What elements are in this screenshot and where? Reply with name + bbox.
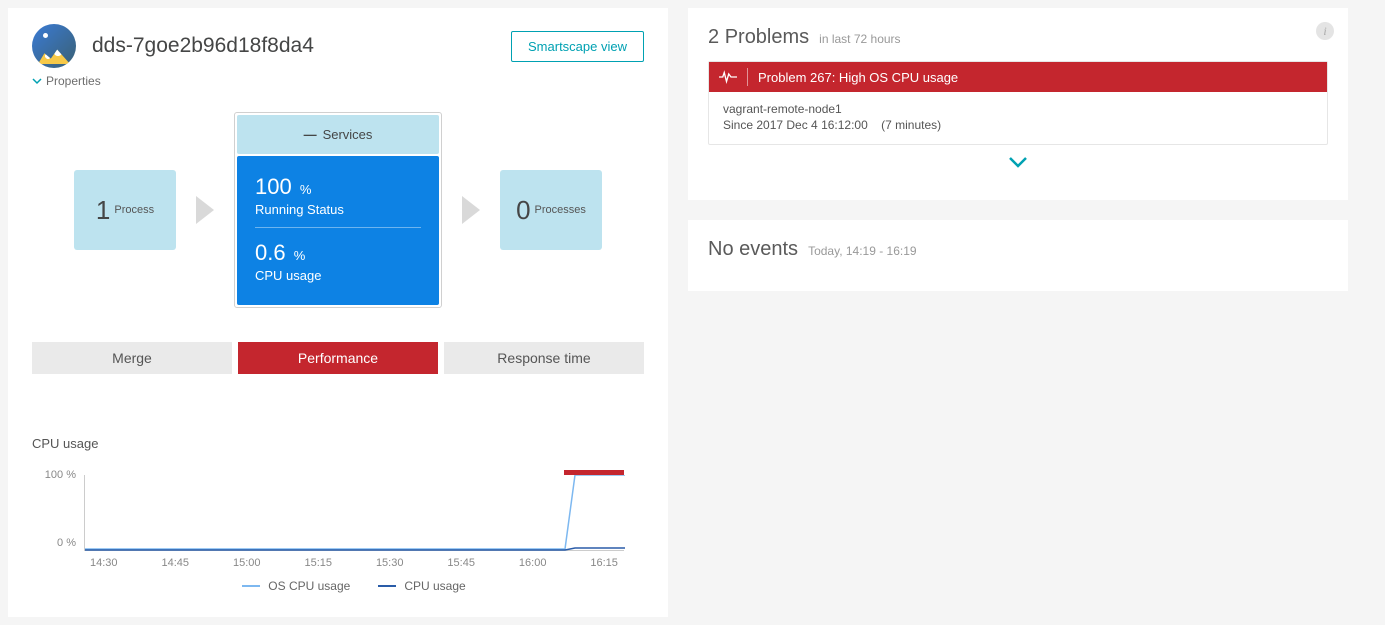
services-tile[interactable]: — Services xyxy=(237,115,439,154)
legend-cpu[interactable]: CPU usage xyxy=(378,579,465,593)
app-icon xyxy=(32,24,76,68)
chart-lines xyxy=(85,475,625,551)
legend-os-cpu[interactable]: OS CPU usage xyxy=(242,579,350,593)
info-icon[interactable]: i xyxy=(1316,22,1334,40)
page-title: dds-7goe2b96d18f8da4 xyxy=(92,34,314,58)
tab-response-time[interactable]: Response time xyxy=(444,342,644,374)
outgoing-count: 0 xyxy=(516,195,530,226)
chart-title: CPU usage xyxy=(32,436,644,451)
cpu-usage-chart[interactable] xyxy=(84,475,624,551)
problem-since: Since 2017 Dec 4 16:12:00 xyxy=(723,118,868,132)
problem-host: vagrant-remote-node1 xyxy=(723,102,1313,116)
stats-tile[interactable]: 100 % Running Status 0.6 % CPU usage xyxy=(237,156,439,305)
expand-problems-button[interactable] xyxy=(708,145,1328,182)
properties-label: Properties xyxy=(46,74,101,88)
pulse-icon xyxy=(719,70,737,84)
problems-subtitle: in last 72 hours xyxy=(819,32,900,46)
chevron-down-icon xyxy=(1008,155,1028,169)
minus-icon: — xyxy=(304,127,317,142)
services-label: Services xyxy=(323,127,373,142)
cpu-usage-label: CPU usage xyxy=(255,268,421,283)
cpu-usage-value: 0.6 xyxy=(255,240,286,265)
problem-header[interactable]: Problem 267: High OS CPU usage xyxy=(709,62,1327,92)
separator xyxy=(747,68,748,86)
problem-card: Problem 267: High OS CPU usage vagrant-r… xyxy=(708,61,1328,145)
problem-duration: (7 minutes) xyxy=(881,118,941,132)
problem-title: Problem 267: High OS CPU usage xyxy=(758,70,958,85)
problems-title: 2 Problems xyxy=(708,26,809,49)
ytick-100: 100 % xyxy=(32,469,76,481)
outgoing-process-tile[interactable]: 0 Processes xyxy=(500,170,602,250)
arrow-right-icon xyxy=(196,196,214,224)
incoming-label: Process xyxy=(114,204,154,216)
stat-divider xyxy=(255,227,421,228)
arrow-right-icon xyxy=(462,196,480,224)
running-status-value: 100 xyxy=(255,174,292,199)
outgoing-label: Processes xyxy=(535,204,586,216)
xticks: 14:30 14:45 15:00 15:15 15:30 15:45 16:0… xyxy=(84,557,624,569)
tab-merge[interactable]: Merge xyxy=(32,342,232,374)
ytick-0: 0 % xyxy=(32,537,76,549)
events-subtitle: Today, 14:19 - 16:19 xyxy=(808,244,917,258)
tab-performance[interactable]: Performance xyxy=(238,342,438,374)
chevron-down-icon xyxy=(32,76,42,86)
properties-toggle[interactable]: Properties xyxy=(32,74,644,92)
incoming-process-tile[interactable]: 1 Process xyxy=(74,170,176,250)
running-status-label: Running Status xyxy=(255,202,421,217)
events-title: No events xyxy=(708,238,798,261)
incoming-count: 1 xyxy=(96,195,110,226)
smartscape-view-button[interactable]: Smartscape view xyxy=(511,31,644,62)
